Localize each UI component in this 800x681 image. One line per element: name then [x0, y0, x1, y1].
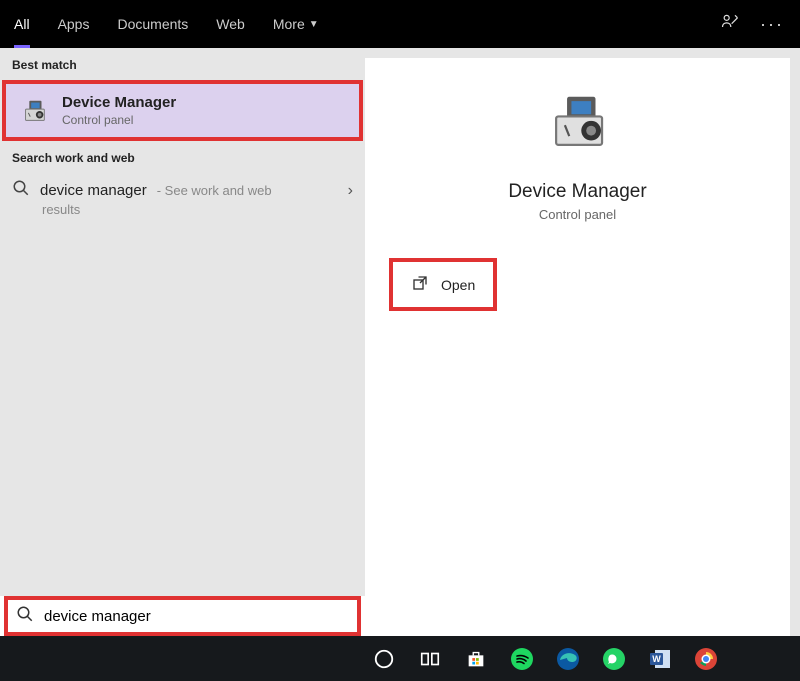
cortana-icon[interactable] — [370, 645, 398, 673]
search-icon — [12, 179, 30, 202]
chevron-down-icon: ▼ — [309, 19, 319, 30]
search-box[interactable] — [4, 596, 361, 636]
microsoft-store-icon[interactable] — [462, 645, 490, 673]
search-icon — [16, 605, 34, 628]
chevron-right-icon[interactable]: › — [348, 182, 353, 200]
result-subtitle: Control panel — [62, 113, 176, 127]
device-manager-icon — [543, 88, 613, 163]
feedback-icon[interactable] — [720, 12, 740, 37]
results-column: Best match Device Manager Control panel … — [0, 48, 365, 636]
result-title: Device Manager — [62, 94, 176, 111]
preview-title: Device Manager — [389, 181, 766, 203]
more-options-icon[interactable]: ··· — [760, 14, 784, 35]
tab-apps[interactable]: Apps — [44, 0, 104, 48]
tab-web[interactable]: Web — [202, 0, 259, 48]
web-hint-sub: results — [42, 202, 353, 217]
task-view-icon[interactable] — [416, 645, 444, 673]
preview-pane: Device Manager Control panel Open — [365, 58, 790, 636]
tab-strip: All Apps Documents Web More▼ — [0, 0, 333, 48]
topbar-right: ··· — [720, 12, 784, 37]
best-match-header: Best match — [0, 48, 365, 80]
web-hint: - See work and web — [157, 183, 272, 198]
tab-all[interactable]: All — [0, 0, 44, 48]
web-query: device manager — [40, 182, 147, 199]
taskbar: W — [0, 636, 800, 681]
work-and-web-header: Search work and web — [0, 141, 365, 173]
word-icon[interactable]: W — [646, 645, 674, 673]
search-top-tabs: All Apps Documents Web More▼ ··· — [0, 0, 800, 48]
svg-text:W: W — [652, 654, 661, 664]
web-search-result[interactable]: device manager - See work and web › resu… — [0, 173, 365, 227]
tab-documents[interactable]: Documents — [103, 0, 202, 48]
open-button[interactable]: Open — [389, 258, 497, 311]
spotify-icon[interactable] — [508, 645, 536, 673]
whatsapp-icon[interactable] — [600, 645, 628, 673]
preview-subtitle: Control panel — [389, 207, 766, 222]
open-label: Open — [441, 277, 475, 293]
chrome-icon[interactable] — [692, 645, 720, 673]
tab-more[interactable]: More▼ — [259, 0, 333, 48]
open-icon — [411, 274, 429, 295]
search-input[interactable] — [44, 608, 349, 625]
device-manager-icon — [18, 95, 50, 127]
edge-icon[interactable] — [554, 645, 582, 673]
best-match-result[interactable]: Device Manager Control panel — [2, 80, 363, 141]
